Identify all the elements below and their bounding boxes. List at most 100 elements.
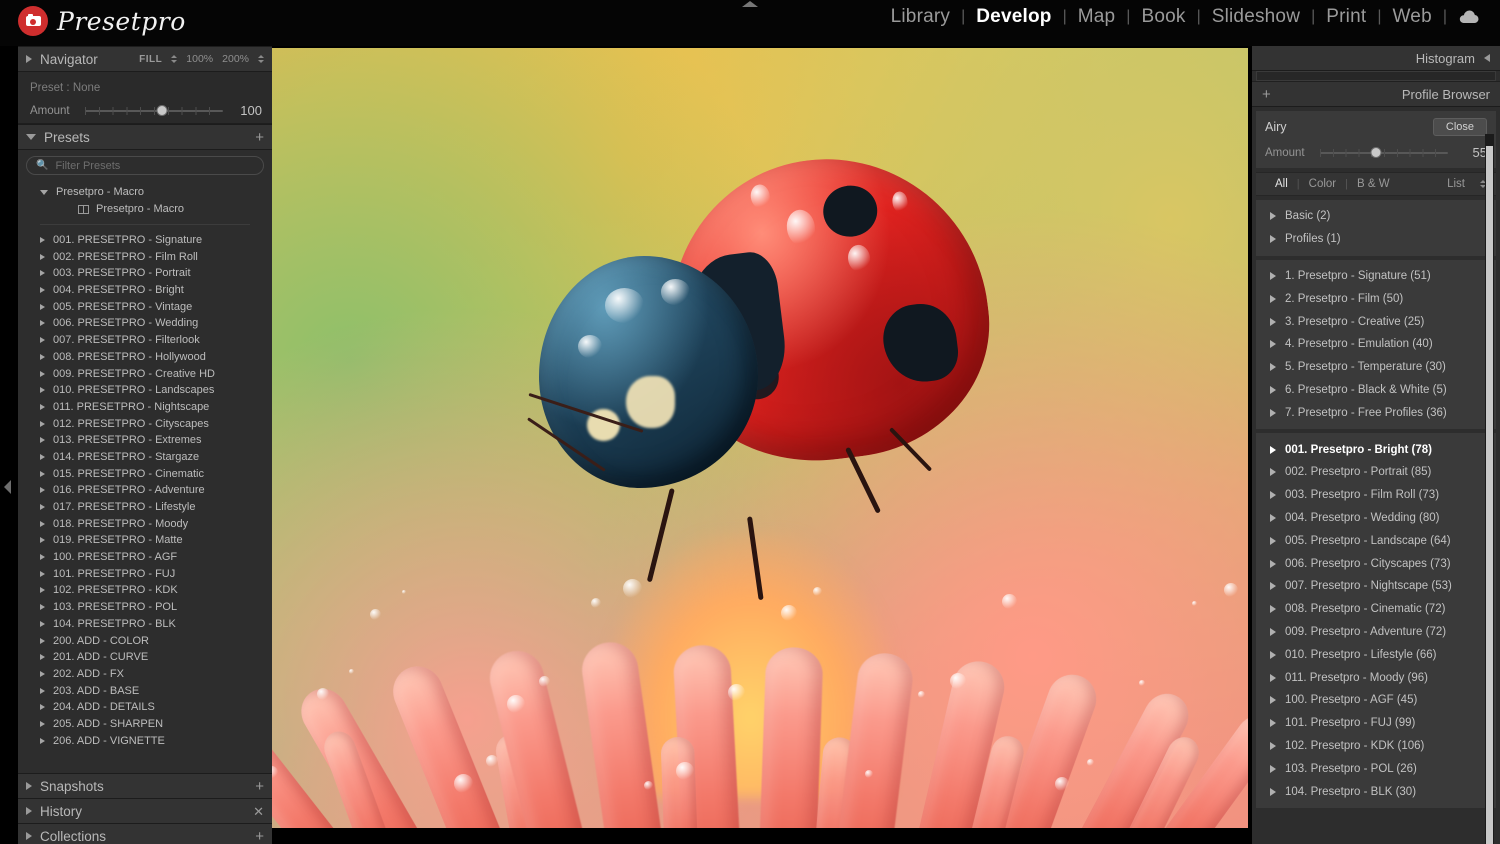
preset-amount-slider[interactable] bbox=[85, 104, 223, 117]
preset-group-row[interactable]: 019. PRESETPRO - Matte bbox=[18, 532, 272, 549]
clear-x-icon[interactable]: ✕ bbox=[253, 805, 264, 818]
close-button[interactable]: Close bbox=[1432, 118, 1487, 136]
preset-group-row[interactable]: 002. PRESETPRO - Film Roll bbox=[18, 248, 272, 265]
profile-group-row[interactable]: 003. Presetpro - Film Roll (73) bbox=[1256, 484, 1496, 507]
module-slideshow[interactable]: Slideshow bbox=[1201, 6, 1311, 28]
presets-header[interactable]: Presets + bbox=[18, 124, 272, 150]
app-logo[interactable]: Presetpro bbox=[18, 6, 186, 36]
preset-group-row[interactable]: 001. PRESETPRO - Signature bbox=[18, 232, 272, 249]
plus-icon[interactable]: + bbox=[1262, 87, 1271, 102]
collections-header[interactable]: Collections + bbox=[18, 823, 272, 844]
profile-group-row[interactable]: 5. Presetpro - Temperature (30) bbox=[1256, 356, 1496, 379]
preset-group-row[interactable]: 004. PRESETPRO - Bright bbox=[18, 282, 272, 299]
preset-group-row[interactable]: 009. PRESETPRO - Creative HD bbox=[18, 365, 272, 382]
profile-group-row[interactable]: 100. Presetpro - AGF (45) bbox=[1256, 689, 1496, 712]
profile-group-row[interactable]: 009. Presetpro - Adventure (72) bbox=[1256, 621, 1496, 644]
module-library[interactable]: Library bbox=[880, 6, 961, 28]
profile-group-row[interactable]: 6. Presetpro - Black & White (5) bbox=[1256, 379, 1496, 402]
top-panel-collapse-arrow[interactable] bbox=[742, 1, 758, 7]
navigator-fill-option[interactable]: FILL bbox=[139, 54, 162, 65]
profile-group-row[interactable]: 004. Presetpro - Wedding (80) bbox=[1256, 507, 1496, 530]
chevron-left-icon[interactable] bbox=[1484, 54, 1490, 62]
filter-all[interactable]: All bbox=[1266, 178, 1297, 190]
preset-group-row[interactable]: 102. PRESETPRO - KDK bbox=[18, 582, 272, 599]
preset-group-row[interactable]: 007. PRESETPRO - Filterlook bbox=[18, 332, 272, 349]
profile-group-row[interactable]: 006. Presetpro - Cityscapes (73) bbox=[1256, 552, 1496, 575]
search-input-wrap[interactable]: 🔍 bbox=[26, 156, 264, 175]
preset-group-row[interactable]: 005. PRESETPRO - Vintage bbox=[18, 298, 272, 315]
profile-browser-header[interactable]: + Profile Browser bbox=[1252, 81, 1500, 107]
zoom-stepper-icon[interactable] bbox=[258, 55, 264, 63]
preset-group-row[interactable]: 104. PRESETPRO - BLK bbox=[18, 616, 272, 633]
profile-group-row[interactable]: Profiles (1) bbox=[1256, 228, 1496, 251]
preset-group-row[interactable]: 015. PRESETPRO - Cinematic bbox=[18, 465, 272, 482]
preset-group-row[interactable]: 014. PRESETPRO - Stargaze bbox=[18, 449, 272, 466]
plus-icon[interactable]: + bbox=[255, 779, 264, 794]
module-develop[interactable]: Develop bbox=[965, 6, 1062, 28]
plus-icon[interactable]: + bbox=[255, 829, 264, 844]
preset-group-row[interactable]: 202. ADD - FX bbox=[18, 666, 272, 683]
profile-group-row[interactable]: 104. Presetpro - BLK (30) bbox=[1256, 780, 1496, 803]
module-map[interactable]: Map bbox=[1067, 6, 1127, 28]
preset-group-row[interactable]: 018. PRESETPRO - Moody bbox=[18, 515, 272, 532]
profile-group-row[interactable]: 7. Presetpro - Free Profiles (36) bbox=[1256, 401, 1496, 424]
module-print[interactable]: Print bbox=[1315, 6, 1377, 28]
view-mode-label[interactable]: List bbox=[1438, 178, 1474, 190]
profile-group-row[interactable]: 102. Presetpro - KDK (106) bbox=[1256, 735, 1496, 758]
preset-group-row[interactable]: 206. ADD - VIGNETTE bbox=[18, 732, 272, 749]
preset-group-row[interactable]: 006. PRESETPRO - Wedding bbox=[18, 315, 272, 332]
profile-group-row[interactable]: 101. Presetpro - FUJ (99) bbox=[1256, 712, 1496, 735]
preset-group-row[interactable]: 103. PRESETPRO - POL bbox=[18, 599, 272, 616]
preset-group-row[interactable]: 203. ADD - BASE bbox=[18, 682, 272, 699]
profile-group-row[interactable]: 007. Presetpro - Nightscape (53) bbox=[1256, 575, 1496, 598]
fill-stepper-icon[interactable] bbox=[171, 55, 178, 63]
profile-group-row[interactable]: 103. Presetpro - POL (26) bbox=[1256, 757, 1496, 780]
preset-folder-row[interactable]: Presetpro - Macro bbox=[18, 184, 272, 201]
preset-folder-child-row[interactable]: Presetpro - Macro bbox=[18, 201, 272, 218]
preset-group-row[interactable]: 200. ADD - COLOR bbox=[18, 632, 272, 649]
navigator-zoom-100[interactable]: 100% bbox=[186, 53, 213, 65]
preset-group-row[interactable]: 205. ADD - SHARPEN bbox=[18, 716, 272, 733]
preset-group-row[interactable]: 100. PRESETPRO - AGF bbox=[18, 549, 272, 566]
preset-group-row[interactable]: 016. PRESETPRO - Adventure bbox=[18, 482, 272, 499]
scrollbar-thumb[interactable] bbox=[1486, 146, 1493, 844]
navigator-header[interactable]: Navigator FILL 100% 200% bbox=[18, 46, 272, 72]
navigator-zoom-200[interactable]: 200% bbox=[222, 53, 249, 65]
preset-group-row[interactable]: 017. PRESETPRO - Lifestyle bbox=[18, 499, 272, 516]
profile-group-row[interactable]: 010. Presetpro - Lifestyle (66) bbox=[1256, 643, 1496, 666]
snapshots-header[interactable]: Snapshots + bbox=[18, 773, 272, 798]
preset-group-row[interactable]: 012. PRESETPRO - Cityscapes bbox=[18, 415, 272, 432]
preset-group-row[interactable]: 204. ADD - DETAILS bbox=[18, 699, 272, 716]
profile-group-row[interactable]: 002. Presetpro - Portrait (85) bbox=[1256, 461, 1496, 484]
search-input[interactable] bbox=[55, 159, 254, 172]
cloud-icon[interactable] bbox=[1447, 10, 1486, 24]
profile-group-row[interactable]: 008. Presetpro - Cinematic (72) bbox=[1256, 598, 1496, 621]
preset-group-row[interactable]: 011. PRESETPRO - Nightscape bbox=[18, 399, 272, 416]
histogram-header[interactable]: Histogram bbox=[1252, 46, 1500, 71]
image-canvas[interactable] bbox=[272, 48, 1248, 828]
profile-group-row[interactable]: 3. Presetpro - Creative (25) bbox=[1256, 310, 1496, 333]
preset-group-row[interactable]: 101. PRESETPRO - FUJ bbox=[18, 565, 272, 582]
filter-color[interactable]: Color bbox=[1300, 178, 1345, 190]
profile-group-row[interactable]: 001. Presetpro - Bright (78) bbox=[1256, 438, 1496, 461]
filter-bw[interactable]: B & W bbox=[1348, 178, 1399, 190]
history-header[interactable]: History ✕ bbox=[18, 798, 272, 823]
profile-amount-slider[interactable] bbox=[1320, 146, 1448, 159]
profile-group-row[interactable]: 005. Presetpro - Landscape (64) bbox=[1256, 529, 1496, 552]
profile-group-row[interactable]: 4. Presetpro - Emulation (40) bbox=[1256, 333, 1496, 356]
profile-group-row[interactable]: 011. Presetpro - Moody (96) bbox=[1256, 666, 1496, 689]
disclosure-triangle-icon bbox=[40, 487, 45, 494]
module-web[interactable]: Web bbox=[1382, 6, 1443, 28]
profile-browser-scrollbar[interactable] bbox=[1485, 134, 1494, 844]
preset-group-row[interactable]: 008. PRESETPRO - Hollywood bbox=[18, 349, 272, 366]
preset-group-row[interactable]: 013. PRESETPRO - Extremes bbox=[18, 432, 272, 449]
preset-group-row[interactable]: 003. PRESETPRO - Portrait bbox=[18, 265, 272, 282]
plus-icon[interactable]: + bbox=[255, 130, 264, 145]
profile-group-row[interactable]: 1. Presetpro - Signature (51) bbox=[1256, 265, 1496, 288]
profile-group-row[interactable]: Basic (2) bbox=[1256, 205, 1496, 228]
left-panel-collapse-arrow[interactable] bbox=[4, 480, 11, 494]
module-book[interactable]: Book bbox=[1130, 6, 1196, 28]
preset-group-row[interactable]: 201. ADD - CURVE bbox=[18, 649, 272, 666]
profile-group-row[interactable]: 2. Presetpro - Film (50) bbox=[1256, 287, 1496, 310]
preset-group-row[interactable]: 010. PRESETPRO - Landscapes bbox=[18, 382, 272, 399]
